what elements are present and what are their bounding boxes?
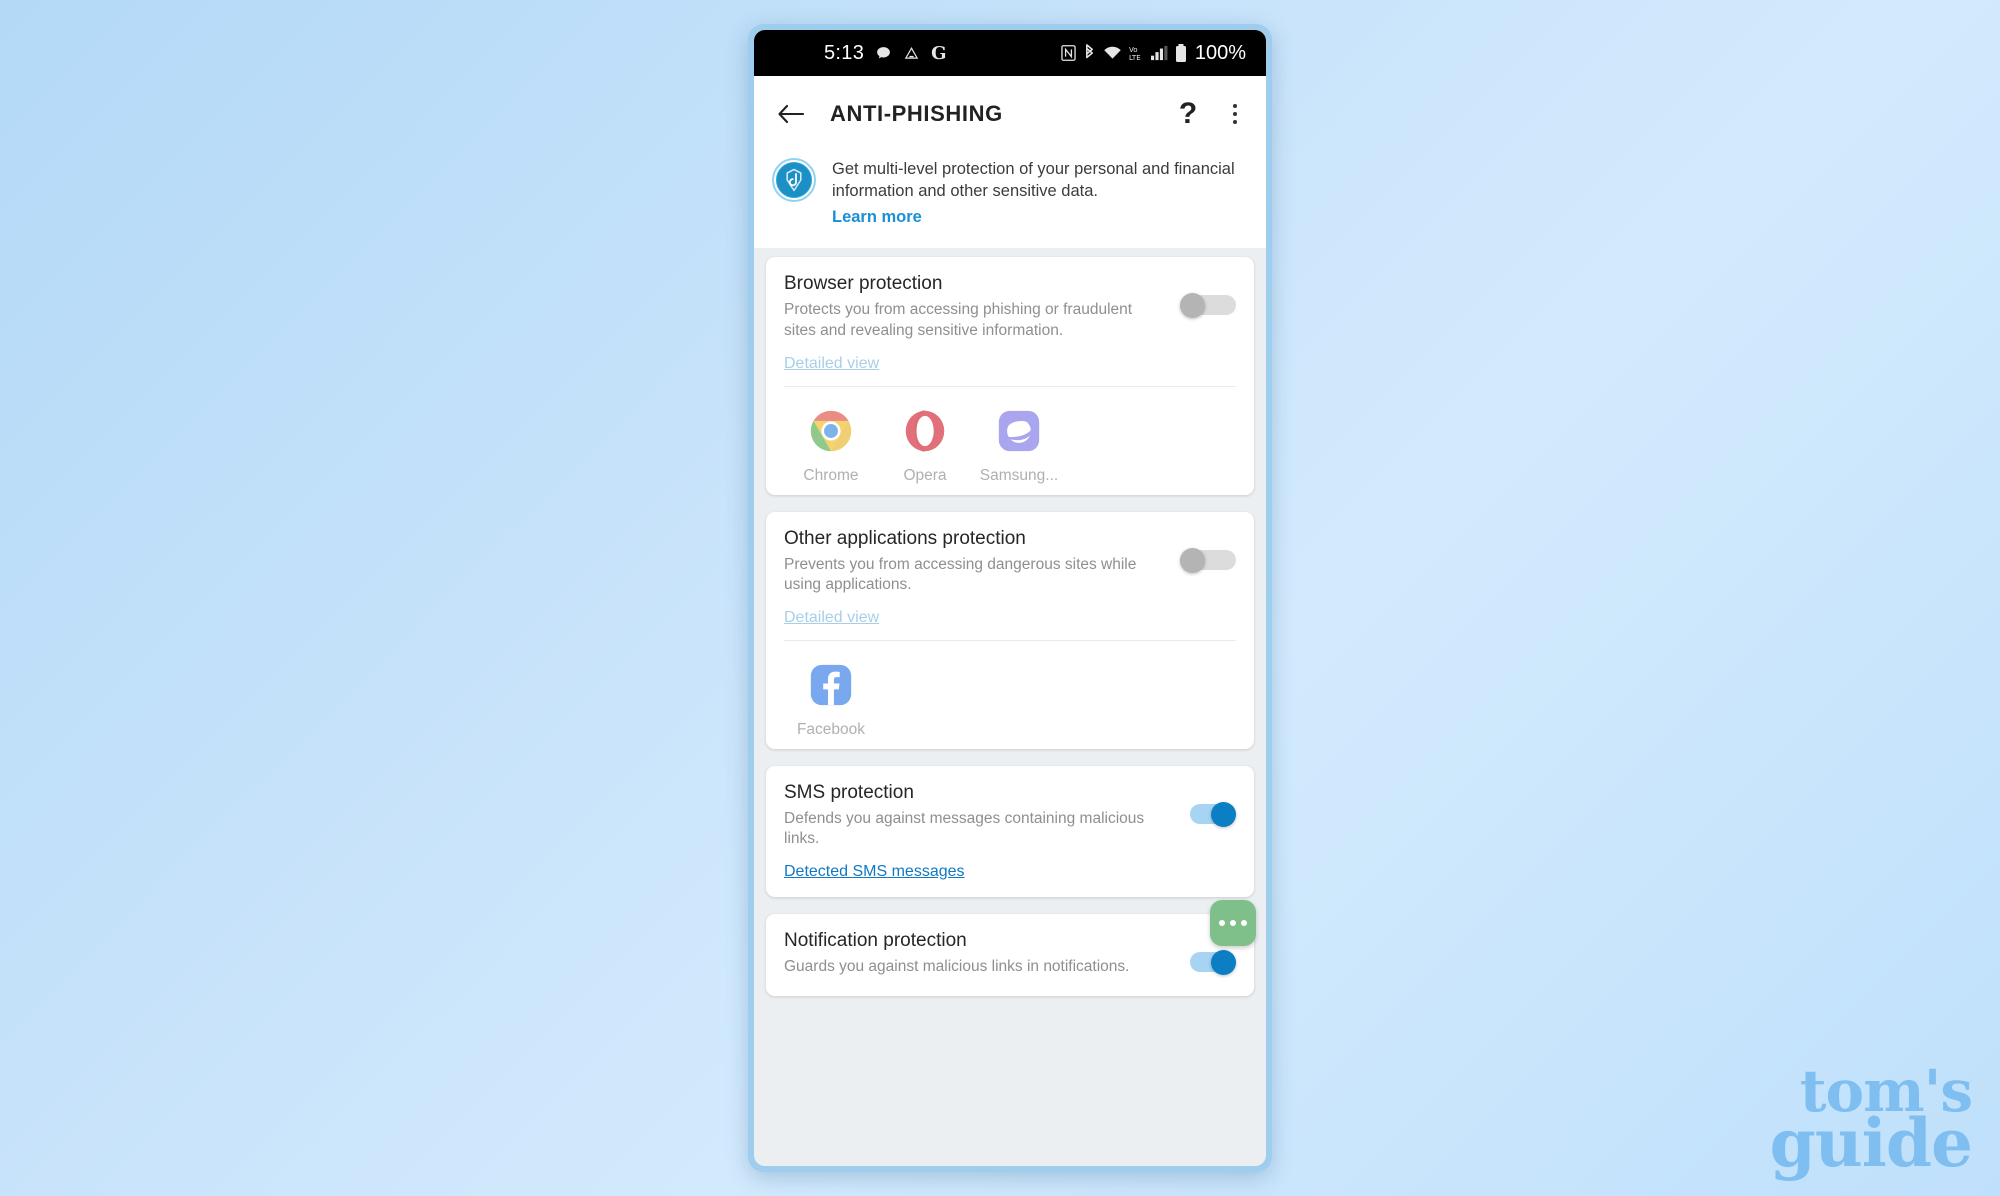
settings-list[interactable]: Browser protection Protects you from acc… xyxy=(754,248,1266,1166)
detailed-view-link[interactable]: Detailed view xyxy=(784,355,879,373)
chat-bubble-icon xyxy=(875,45,892,62)
status-clock: 5:13 xyxy=(824,41,865,64)
detected-sms-messages-link[interactable]: Detected SMS messages xyxy=(784,863,965,881)
notification-protection-toggle[interactable] xyxy=(1180,949,1236,975)
card-header: Notification protection Guards you again… xyxy=(784,930,1236,978)
help-button[interactable]: ? xyxy=(1172,99,1204,129)
samsung-internet-icon xyxy=(972,405,1066,457)
google-drive-icon xyxy=(903,45,920,62)
card-other-applications-protection: Other applications protection Prevents y… xyxy=(766,511,1254,749)
phone-screen: 5:13 G Vo LTE 100% ANTI-PHISHING ? Get m… xyxy=(754,30,1266,1166)
status-bar: 5:13 G Vo LTE 100% xyxy=(754,30,1266,76)
card-browser-protection: Browser protection Protects you from acc… xyxy=(766,257,1254,495)
app-item-facebook[interactable]: Facebook xyxy=(784,659,878,739)
svg-text:LTE: LTE xyxy=(1129,54,1141,61)
detailed-view-link[interactable]: Detailed view xyxy=(784,609,879,627)
card-text-block: Other applications protection Prevents y… xyxy=(784,528,1180,596)
app-item-chrome[interactable]: Chrome xyxy=(784,405,878,485)
browser-protection-toggle[interactable] xyxy=(1180,293,1236,319)
card-header: Other applications protection Prevents y… xyxy=(784,528,1236,596)
toms-guide-watermark: tom's guide xyxy=(1769,1063,1973,1182)
card-notification-protection: Notification protection Guards you again… xyxy=(766,913,1254,996)
status-bar-left: 5:13 G xyxy=(824,42,947,65)
chrome-icon xyxy=(784,405,878,457)
card-text-block: SMS protection Defends you against messa… xyxy=(784,782,1180,850)
card-title: Browser protection xyxy=(784,273,943,295)
card-description: Prevents you from accessing dangerous si… xyxy=(784,555,1137,594)
app-item-samsung-internet[interactable]: Samsung... xyxy=(972,405,1066,485)
watermark-line-2: guide xyxy=(1769,1103,1973,1182)
card-text-block: Browser protection Protects you from acc… xyxy=(784,273,1180,341)
opera-icon xyxy=(878,405,972,457)
bluetooth-icon xyxy=(1083,44,1096,62)
info-banner: Get multi-level protection of your perso… xyxy=(754,152,1266,249)
learn-more-link[interactable]: Learn more xyxy=(832,206,922,228)
other-applications-protection-toggle[interactable] xyxy=(1180,547,1236,573)
google-g-icon: G xyxy=(931,42,947,64)
overflow-menu-icon[interactable] xyxy=(1222,97,1248,131)
other-app-row: Facebook xyxy=(784,641,1236,745)
volte-icon: Vo LTE xyxy=(1129,45,1143,61)
card-description: Guards you against malicious links in no… xyxy=(784,957,1130,975)
card-title: SMS protection xyxy=(784,781,914,803)
signal-bars-icon xyxy=(1150,45,1168,61)
phone-device-frame: 5:13 G Vo LTE 100% ANTI-PHISHING ? Get m… xyxy=(748,24,1272,1172)
browser-app-row: Chrome Opera Samsung... xyxy=(784,387,1236,491)
app-label: Opera xyxy=(903,466,947,484)
wifi-icon xyxy=(1103,45,1122,61)
app-item-opera[interactable]: Opera xyxy=(878,405,972,485)
battery-icon xyxy=(1175,43,1187,63)
app-bar-actions: ? xyxy=(1172,97,1248,131)
card-title: Notification protection xyxy=(784,929,967,951)
card-header: SMS protection Defends you against messa… xyxy=(784,782,1236,850)
sms-protection-toggle[interactable] xyxy=(1180,801,1236,827)
card-title: Other applications protection xyxy=(784,527,1026,549)
status-bar-right: Vo LTE 100% xyxy=(1061,42,1246,65)
svg-text:Vo: Vo xyxy=(1129,46,1138,54)
facebook-icon xyxy=(784,659,878,711)
app-label: Chrome xyxy=(803,466,859,484)
card-text-block: Notification protection Guards you again… xyxy=(784,930,1180,978)
bitdefender-shield-icon xyxy=(772,158,816,228)
toggle-thumb xyxy=(1211,949,1236,975)
card-description: Protects you from accessing phishing or … xyxy=(784,301,1133,339)
card-description: Defends you against messages containing … xyxy=(784,809,1145,848)
back-button[interactable] xyxy=(772,95,810,133)
toggle-thumb xyxy=(1211,801,1236,827)
app-label: Facebook xyxy=(796,720,866,738)
battery-percent: 100% xyxy=(1194,41,1246,64)
card-header: Browser protection Protects you from acc… xyxy=(784,273,1236,341)
nfc-icon xyxy=(1061,45,1076,61)
more-actions-button[interactable] xyxy=(1210,900,1256,947)
toggle-thumb xyxy=(1180,547,1205,573)
banner-description: Get multi-level protection of your perso… xyxy=(832,160,1235,201)
card-sms-protection: SMS protection Defends you against messa… xyxy=(766,765,1254,897)
page-title: ANTI-PHISHING xyxy=(830,101,1003,126)
app-bar: ANTI-PHISHING ? xyxy=(754,76,1266,152)
banner-text-block: Get multi-level protection of your perso… xyxy=(832,158,1248,228)
app-label: Samsung... xyxy=(979,466,1059,484)
